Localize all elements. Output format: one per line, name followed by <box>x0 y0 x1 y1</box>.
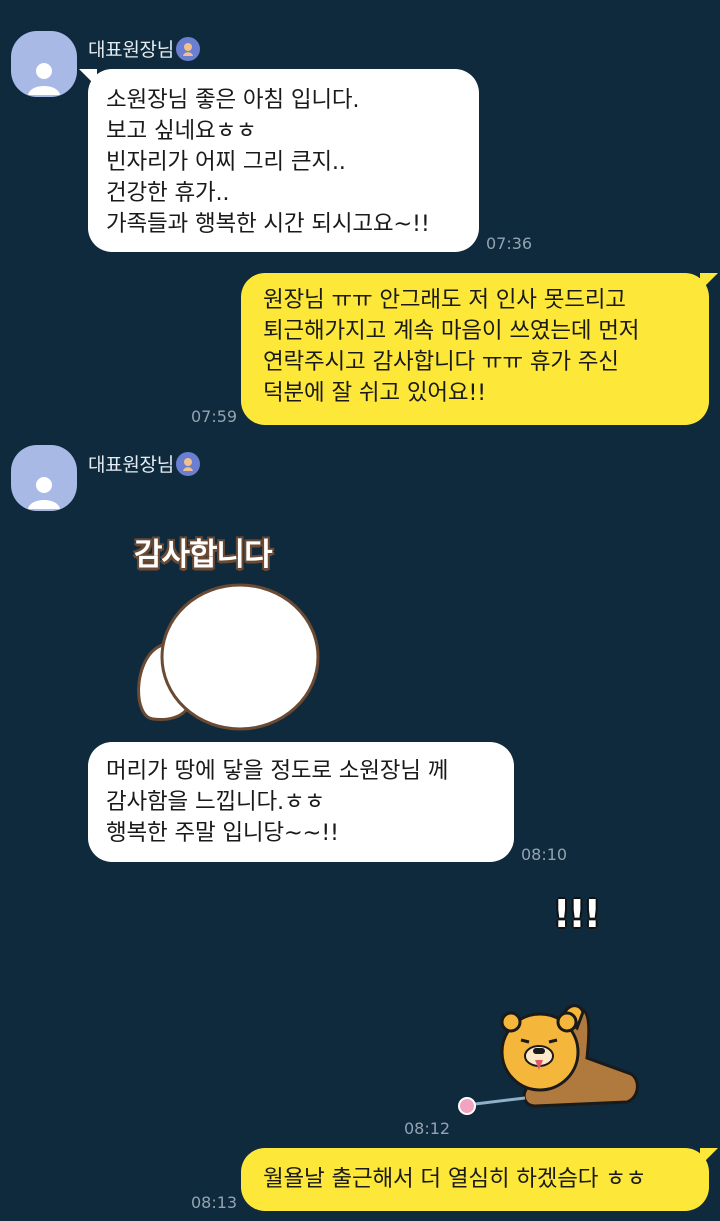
message-line: 덕분에 잘 쉬고 있어요!! <box>263 380 486 406</box>
avatar[interactable] <box>11 31 77 97</box>
message-line: 빈자리가 어찌 그리 큰지.. <box>106 149 346 175</box>
bowing-sticker[interactable]: 감사합니다 <box>128 525 328 735</box>
message-bubble-outgoing[interactable]: 월욜날 출근해서 더 열심히 하겠슴다 ㅎㅎ <box>241 1148 718 1211</box>
person-icon <box>28 477 60 509</box>
sender-name: 대표원장님 <box>88 35 200 62</box>
bowing-character-icon <box>137 583 320 731</box>
message-line: 원장님 ㅠㅠ 안그래도 저 인사 못드리고 <box>263 287 626 313</box>
message-time: 08:12 <box>404 1119 451 1138</box>
message-line: 감사함을 느낍니다.ㅎㅎ <box>106 789 325 815</box>
avatar[interactable] <box>11 445 77 511</box>
message-line: 행복한 주말 입니당~~!! <box>106 820 339 846</box>
message-line: 머리가 땅에 닿을 정도로 소원장님 께 <box>106 758 449 784</box>
message-bubble-incoming[interactable]: 소원장님 좋은 아침 입니다. 보고 싶네요ㅎㅎ 빈자리가 어찌 그리 큰지..… <box>79 69 479 252</box>
sticker-caption: 감사합니다 <box>134 537 273 573</box>
bear-character-icon <box>458 1004 639 1115</box>
profile-emoji-icon <box>175 451 200 476</box>
message-line: 퇴근해가지고 계속 마음이 쓰였는데 먼저 <box>263 318 640 344</box>
message-line: 월욜날 출근해서 더 열심히 하겠슴다 ㅎㅎ <box>263 1166 647 1192</box>
profile-emoji-icon <box>175 36 200 61</box>
message-line: 건강한 휴가.. <box>106 180 230 206</box>
message-bubble-incoming[interactable]: 머리가 땅에 닿을 정도로 소원장님 께 감사함을 느낍니다.ㅎㅎ 행복한 주말… <box>88 742 514 862</box>
message-time: 07:36 <box>486 234 533 253</box>
sticker-exclamation: !!! <box>553 892 601 936</box>
person-icon <box>28 63 60 95</box>
message-time: 08:13 <box>191 1193 238 1212</box>
message-bubble-outgoing[interactable]: 원장님 ㅠㅠ 안그래도 저 인사 못드리고 퇴근해가지고 계속 마음이 쓰였는데… <box>241 273 718 425</box>
message-line: 가족들과 행복한 시간 되시고요~!! <box>106 211 430 237</box>
message-line: 연락주시고 감사합니다 ㅠㅠ 휴가 주신 <box>263 349 619 375</box>
message-time: 08:10 <box>521 845 568 864</box>
lying-bear-sticker[interactable]: !!! <box>455 890 645 1120</box>
sender-name: 대표원장님 <box>88 450 200 477</box>
message-line: 소원장님 좋은 아침 입니다. <box>106 87 360 113</box>
message-time: 07:59 <box>191 407 238 426</box>
message-line: 보고 싶네요ㅎㅎ <box>106 118 257 144</box>
